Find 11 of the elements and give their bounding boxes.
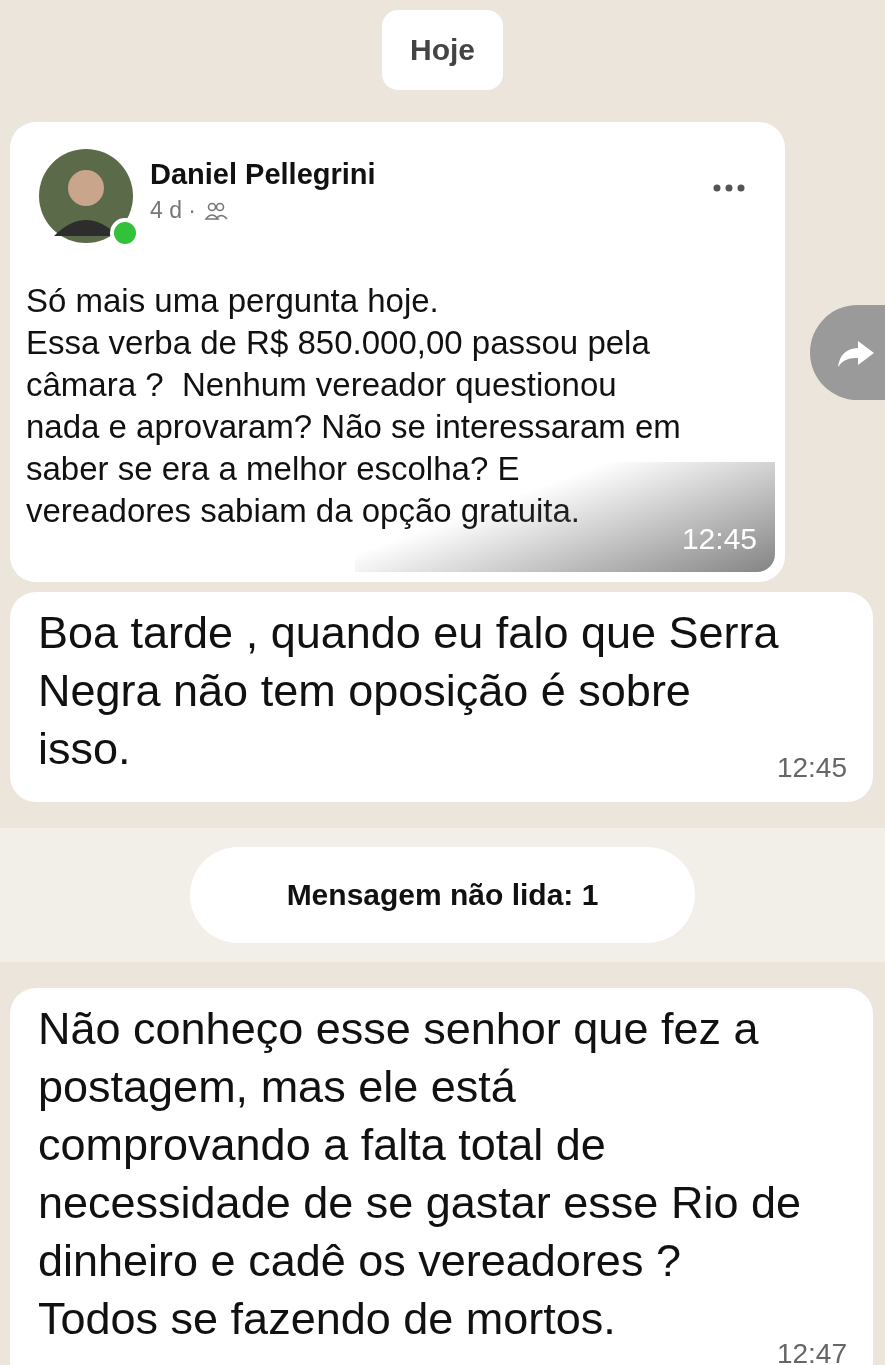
post-text: Só mais uma pergunta hoje. Essa verba de R$ 850.000,00 passou pela câmara ? Nenhum vereador questionou nada e aprovaram? Não se interessaram em saber se era a melhor escolha? E vereadores sabiam da opção gratuita. [26, 281, 681, 531]
date-pill: Hoje [382, 10, 503, 90]
forward-button[interactable] [810, 305, 885, 400]
message-text: Boa tarde , quando eu falo que Serra Negra não tem oposição é sobre isso. [38, 606, 779, 776]
unread-label: Mensagem não lida: 1 [190, 847, 695, 943]
more-icon[interactable] [713, 184, 745, 192]
post-age: 4 d · [150, 197, 197, 224]
people-icon [204, 200, 229, 221]
message-time: 12:45 [681, 522, 757, 556]
message-time: 12:45 [776, 752, 847, 784]
author-name: Daniel Pellegrini [150, 158, 376, 191]
